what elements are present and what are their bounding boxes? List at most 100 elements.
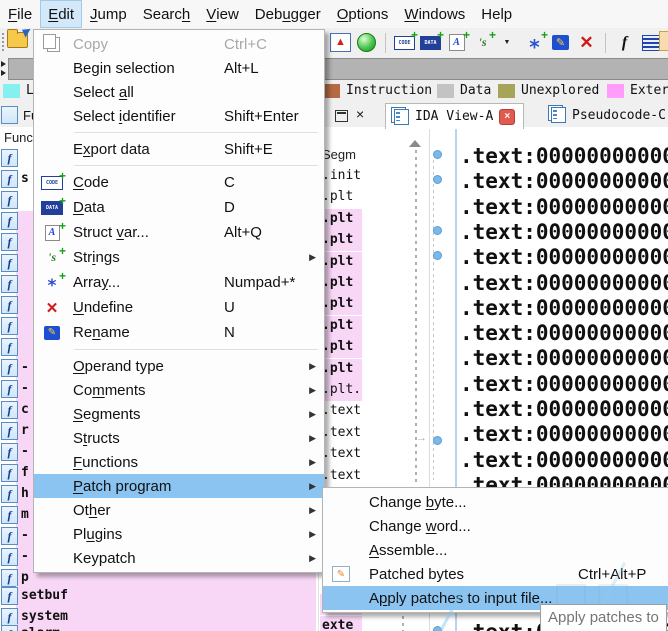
menubar-item-jump[interactable]: Jump [82, 0, 135, 28]
function-icon: f [1, 170, 18, 188]
disasm-line[interactable]: .text:00000000000 [460, 144, 668, 168]
float-panel-button[interactable] [335, 110, 348, 122]
functions-column-header[interactable]: Func [4, 130, 33, 145]
edit-menu-item-code[interactable]: CODE + Code C [34, 169, 324, 195]
segment-row[interactable]: .plt [320, 251, 362, 273]
edit-menu-item-comments[interactable]: Comments ▶ [34, 378, 324, 402]
apply-patches-tooltip: Apply patches to [540, 604, 667, 631]
segment-row[interactable]: .plt [320, 273, 362, 294]
disasm-line[interactable]: .text:00000000000 [460, 169, 668, 193]
disasm-line[interactable]: .text:00000000000 [460, 296, 668, 320]
segment-row[interactable]: .text [320, 466, 362, 487]
menu-separator [74, 349, 318, 350]
segments-column-header[interactable]: Segm [322, 147, 356, 162]
segment-row[interactable]: .text [320, 444, 362, 465]
patch-submenu-item-change-word[interactable]: Change word... [323, 514, 668, 538]
toolbar-partial-icon[interactable] [659, 31, 668, 51]
menubar-item-edit[interactable]: Edit [40, 0, 83, 28]
edit-menu-item-segments[interactable]: Segments ▶ [34, 402, 324, 426]
problems-icon[interactable]: ▲ [330, 32, 351, 54]
patch-submenu-item-patched-bytes[interactable]: ✎ Patched bytes Ctrl+Alt+P [323, 562, 668, 586]
toolbar-separator [385, 32, 386, 53]
open-file-icon[interactable] [7, 29, 28, 48]
toolbar-drag-handle[interactable] [2, 33, 4, 51]
segment-row[interactable]: .plt [320, 230, 362, 252]
menubar-item-file[interactable]: File [0, 0, 40, 28]
tab-pseudocode-c[interactable]: Pseudocode-C [543, 103, 668, 127]
structs-icon[interactable] [640, 32, 661, 54]
menubar-item-options[interactable]: Options [329, 0, 397, 28]
make-code-icon[interactable]: CODE + [394, 28, 418, 54]
patched-bytes-icon: ✎ [330, 564, 352, 584]
disasm-line[interactable]: .text:00000000000 [460, 220, 668, 244]
edit-icon[interactable]: ✎ [550, 32, 571, 54]
edit-menu-item-plugins[interactable]: Plugins ▶ [34, 522, 324, 546]
segment-row-extern[interactable]: exte [320, 616, 362, 631]
legend-item: Data [437, 83, 491, 98]
disasm-line[interactable]: .text:00000000000 [460, 195, 668, 219]
segment-row[interactable]: .plt [320, 294, 362, 316]
segment-row[interactable]: .plt. [320, 380, 362, 401]
edit-menu-item-keypatch[interactable]: Keypatch ▶ [34, 546, 324, 570]
menubar-item-windows[interactable]: Windows [396, 0, 473, 28]
func-icon[interactable]: f [614, 32, 635, 54]
tab-ida-view-a[interactable]: IDA View-A × [385, 103, 525, 129]
make-array-icon[interactable]: * + [524, 28, 548, 57]
disasm-line[interactable]: .text:00000000000 [460, 321, 668, 345]
disasm-line[interactable]: .text:00000000000 [460, 372, 668, 396]
segment-row[interactable]: .plt [320, 337, 362, 359]
function-row-alarm[interactable]: falarm [0, 624, 318, 631]
edit-menu-item-select-identifier[interactable]: Select identifier Shift+Enter [34, 104, 324, 128]
edit-menu-item-array[interactable]: * + Array... Numpad+* [34, 269, 324, 295]
menubar-item-search[interactable]: Searc h [135, 0, 199, 28]
edit-menu-item-data[interactable]: DATA + Data D [34, 194, 324, 220]
segment-row[interactable]: .init [320, 166, 362, 187]
undefine-icon[interactable]: ✕ [576, 32, 597, 54]
edit-menu-item-operand-type[interactable]: Operand type ▶ [34, 354, 324, 378]
data-icon: DATA + [41, 194, 66, 218]
menubar-item-debugger[interactable]: Deb u gger [247, 0, 329, 28]
edit-menu-item-strings[interactable]: 's + Strings ▶ [34, 244, 324, 270]
disasm-line[interactable]: .text:00000000000 [460, 245, 668, 269]
scroll-up-arrow-icon[interactable] [409, 140, 421, 147]
function-icon: f [1, 254, 18, 272]
disasm-line[interactable]: .text:00000000000 [460, 346, 668, 370]
edit-menu-item-undefine[interactable]: ✕ Undefine U [34, 295, 324, 320]
disasm-line[interactable]: .text:00000000000 [460, 448, 668, 472]
flow-dot-icon [433, 226, 442, 235]
disasm-line[interactable]: .text:00000000000 [460, 271, 668, 295]
make-data-icon[interactable]: DATA + [420, 28, 444, 54]
segment-row[interactable]: .plt [320, 358, 362, 380]
submenu-arrow-icon: ▶ [309, 504, 316, 515]
dropdown-icon[interactable]: ▼ [498, 32, 519, 54]
edit-menu-item-other[interactable]: Other ▶ [34, 498, 324, 522]
segment-row[interactable]: .text [320, 401, 362, 422]
patch-submenu-item-change-byte[interactable]: Change byte... [323, 490, 668, 514]
segment-row[interactable]: .plt [320, 208, 362, 230]
patch-submenu-item-assemble[interactable]: Assemble... [323, 538, 668, 562]
legend-item: L [3, 83, 34, 98]
edit-menu-item-select-all[interactable]: Select all [34, 80, 324, 104]
run-icon[interactable] [356, 32, 377, 54]
edit-menu-item-rename[interactable]: ✎ Rename N [34, 320, 324, 345]
make-struct-icon[interactable]: A + [446, 28, 470, 54]
function-row-setbuf[interactable]: f setbuf [0, 586, 318, 607]
menubar-item-view[interactable]: View [198, 0, 247, 28]
disasm-line[interactable]: .text:00000000000 [460, 397, 668, 421]
edit-menu-item-copy[interactable]: Copy Ctrl+C [34, 32, 324, 56]
close-tab-icon[interactable]: × [499, 108, 516, 125]
edit-menu-item-patch-program[interactable]: Patch program ▶ [34, 474, 324, 498]
segment-row[interactable]: .text [320, 423, 362, 444]
edit-menu-item-struct-var[interactable]: A + Struct var... Alt+Q [34, 219, 324, 245]
disasm-line[interactable]: .text:00000000000 [460, 422, 668, 446]
edit-menu-item-export-data[interactable]: Export data Shift+E [34, 137, 324, 161]
edit-menu-item-begin-selection[interactable]: Begin selection Alt+L [34, 56, 324, 80]
edit-menu-item-functions[interactable]: Functions ▶ [34, 450, 324, 474]
make-string-icon[interactable]: 's + [472, 28, 496, 54]
close-panel-button[interactable]: × [356, 106, 364, 122]
function-icon: f [1, 212, 18, 230]
edit-menu-item-structs[interactable]: Structs ▶ [34, 426, 324, 450]
menubar-item-help[interactable]: Help [473, 0, 520, 28]
segment-row[interactable]: .plt [320, 187, 362, 208]
segment-row[interactable]: .plt [320, 315, 362, 337]
